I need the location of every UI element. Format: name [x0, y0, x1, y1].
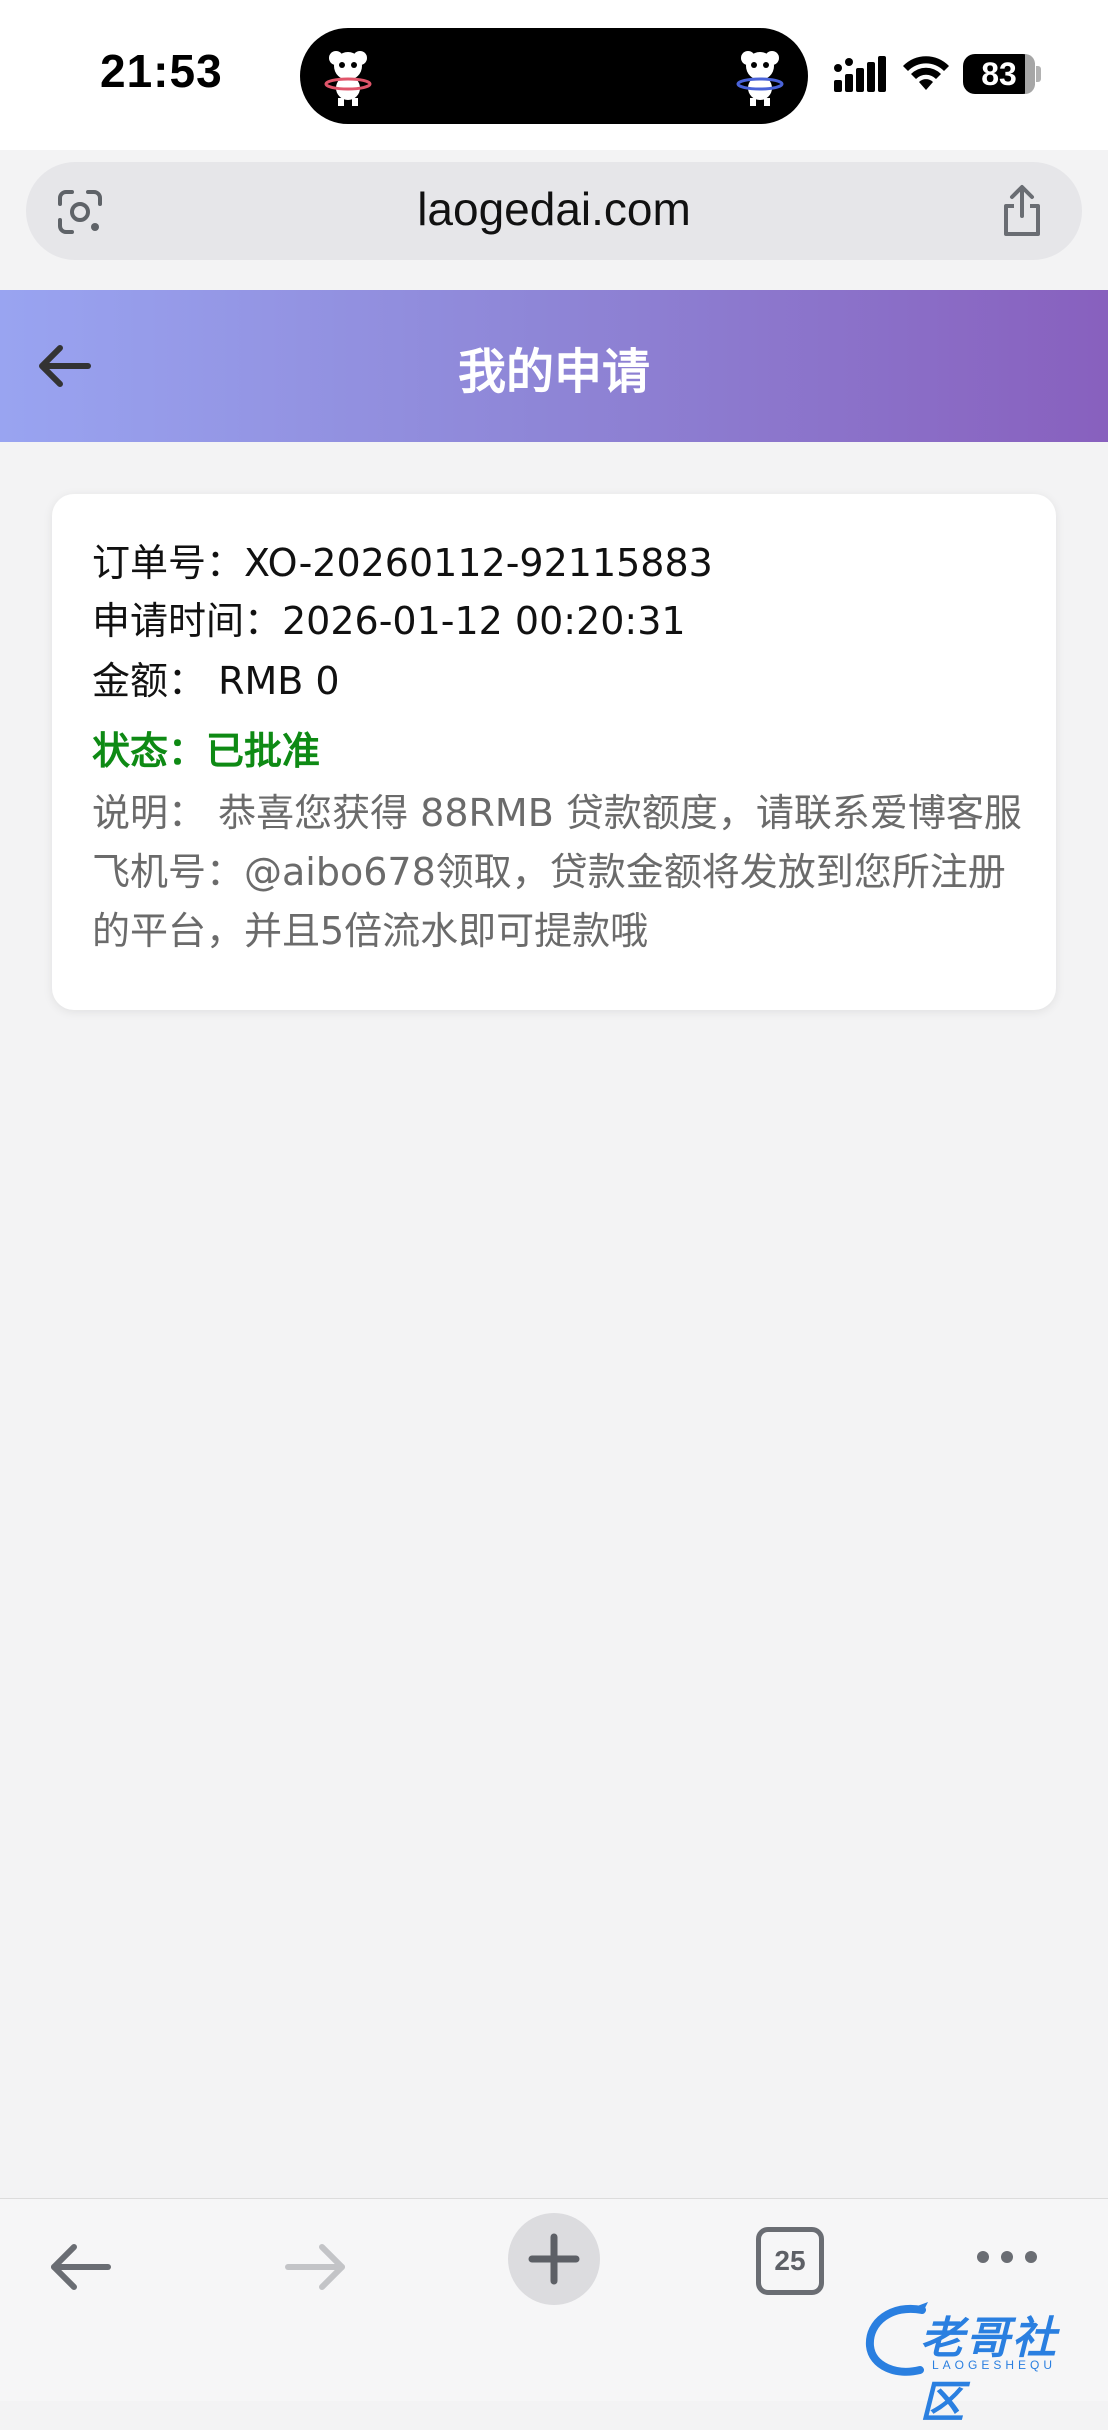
battery-indicator: 83 — [963, 54, 1035, 94]
apply-time: 申请时间：2026-01-12 00:20:31 — [92, 599, 686, 643]
tab-count: 25 — [756, 2227, 824, 2295]
wifi-icon — [903, 56, 949, 90]
url-text[interactable]: laogedai.com — [26, 182, 1082, 236]
watermark-subtext: LAOGESHEQU — [932, 2358, 1057, 2372]
more-menu-icon[interactable] — [970, 2227, 1044, 2301]
amount: 金额： RMB 0 — [92, 659, 340, 703]
panda-icon — [324, 51, 372, 106]
status-bar: 21:53 83 — [0, 0, 1108, 150]
status-badge: 状态：已批准 — [92, 729, 321, 773]
application-card[interactable]: 订单号：XO-20260112-92115883 申请时间：2026-01-12… — [52, 494, 1056, 1010]
page-title: 我的申请 — [457, 344, 650, 400]
forward-icon[interactable] — [276, 2227, 356, 2307]
status-time: 21:53 — [100, 45, 223, 97]
new-tab-button[interactable] — [508, 2213, 600, 2305]
share-icon[interactable] — [998, 184, 1046, 238]
watermark-logo: 老哥社区 LAOGESHEQU — [862, 2296, 1092, 2428]
cellular-signal-icon — [834, 56, 886, 92]
plus-icon — [528, 2233, 580, 2285]
page-header: 我的申请 — [0, 290, 1108, 442]
dynamic-island — [300, 28, 808, 124]
description: 说明： 恭喜您获得 88RMB 贷款额度，请联系爱博客服飞机号：@aibo678… — [92, 791, 1022, 953]
order-number: 订单号：XO-20260112-92115883 — [92, 541, 713, 585]
panda-icon — [736, 51, 784, 106]
battery-level: 83 — [981, 56, 1017, 92]
tab-switcher-button[interactable]: 25 — [756, 2227, 824, 2295]
address-bar[interactable]: laogedai.com — [26, 162, 1082, 260]
back-icon[interactable] — [40, 2227, 120, 2307]
